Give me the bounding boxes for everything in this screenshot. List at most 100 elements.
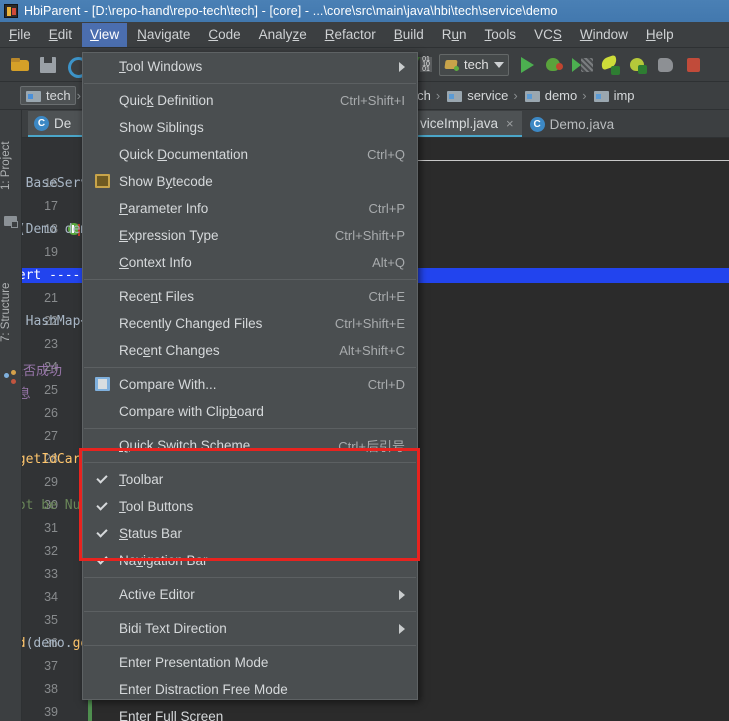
open-folder-icon[interactable]	[8, 53, 32, 77]
stop-icon[interactable]	[654, 53, 678, 77]
menu-item-enter-distraction-free-mode[interactable]: Enter Distraction Free Mode	[83, 676, 417, 703]
sidebar-item-project[interactable]: 1: Project	[0, 122, 22, 210]
menu-item-toolbar[interactable]: Toolbar	[83, 466, 417, 493]
line-number: 39	[32, 705, 58, 719]
line-number: 19	[32, 245, 58, 259]
menu-label: Parameter Info	[119, 201, 355, 216]
menu-item-active-editor[interactable]: Active Editor	[83, 581, 417, 608]
menu-item-navigation-bar[interactable]: Navigation Bar	[83, 547, 417, 574]
menu-shortcut: Alt+Q	[358, 255, 405, 270]
check-icon	[97, 553, 108, 567]
menu-refactor[interactable]: Refactor	[317, 23, 384, 47]
tab-demo[interactable]: Demo.java	[522, 111, 623, 137]
project-tool-icon[interactable]	[4, 214, 18, 228]
line-number: 29	[32, 475, 58, 489]
menu-view[interactable]: View	[82, 23, 127, 47]
menu-label: Expression Type	[119, 228, 321, 243]
menu-label: Compare With...	[119, 377, 354, 392]
menu-item-bidi-text-direction[interactable]: Bidi Text Direction	[83, 615, 417, 642]
menu-item-show-siblings[interactable]: Show Siblings	[83, 114, 417, 141]
menu-edit[interactable]: Edit	[41, 23, 80, 47]
menu-separator	[84, 462, 416, 463]
menu-vcs[interactable]: VCS	[526, 23, 570, 47]
folder-icon	[594, 90, 609, 102]
menu-label: Enter Distraction Free Mode	[119, 682, 405, 697]
menu-item-enter-full-screen[interactable]: Enter Full Screen	[83, 703, 417, 721]
menu-item-compare-with-clipboard[interactable]: Compare with Clipboard	[83, 398, 417, 425]
menu-item-parameter-info[interactable]: Parameter Info Ctrl+P	[83, 195, 417, 222]
menu-item-recent-files[interactable]: Recent Files Ctrl+E	[83, 283, 417, 310]
structure-tool-icon[interactable]	[4, 370, 18, 384]
run-with-coverage-icon[interactable]	[570, 53, 594, 77]
menu-item-context-info[interactable]: Context Info Alt+Q	[83, 249, 417, 276]
chevron-down-icon[interactable]	[494, 62, 504, 68]
line-number: 32	[32, 544, 58, 558]
run-configuration-selector[interactable]: tech	[439, 54, 509, 76]
red-icon[interactable]	[682, 53, 706, 77]
menu-item-expression-type[interactable]: Expression Type Ctrl+Shift+P	[83, 222, 417, 249]
menu-label: Toolbar	[119, 472, 405, 487]
save-all-icon[interactable]	[36, 53, 60, 77]
breadcrumb-label-3: imp	[614, 88, 635, 103]
menu-label: Compare with Clipboard	[119, 404, 391, 419]
breadcrumb-demo[interactable]: demo	[519, 86, 582, 105]
menu-label: Active Editor	[119, 587, 389, 602]
menu-item-enter-presentation-mode[interactable]: Enter Presentation Mode	[83, 649, 417, 676]
menu-window[interactable]: Window	[572, 23, 636, 47]
menu-build[interactable]: Build	[386, 23, 432, 47]
menu-label: Navigation Bar	[119, 553, 405, 568]
java-class-icon	[34, 116, 49, 131]
menu-analyze[interactable]: Analyze	[251, 23, 315, 47]
jrebel-debug-icon[interactable]	[626, 53, 650, 77]
menu-shortcut: Ctrl+P	[355, 201, 405, 216]
menu-item-tool-windows[interactable]: Tool Windows	[83, 53, 417, 80]
menu-item-quick-switch-scheme[interactable]: Quick Switch Scheme... Ctrl+后引号	[83, 432, 417, 459]
tab-label-left: De	[54, 116, 71, 131]
menu-navigate[interactable]: Navigate	[129, 23, 198, 47]
chevron-right-icon	[399, 590, 405, 600]
line-number: 26	[32, 406, 58, 420]
menu-item-recently-changed-files[interactable]: Recently Changed Files Ctrl+Shift+E	[83, 310, 417, 337]
menu-item-status-bar[interactable]: Status Bar	[83, 520, 417, 547]
sidebar-item-structure[interactable]: 7: Structure	[0, 258, 22, 366]
menu-shortcut: Ctrl+Shift+P	[321, 228, 405, 243]
menu-file[interactable]: File	[1, 23, 39, 47]
debug-icon[interactable]	[542, 53, 566, 77]
breadcrumb-label-1: service	[467, 88, 508, 103]
menu-help[interactable]: Help	[638, 23, 682, 47]
check-icon	[97, 526, 108, 540]
sidebar-crumb-tech[interactable]: tech	[20, 86, 76, 105]
java-class-icon	[530, 117, 545, 132]
menu-shortcut: Alt+Shift+C	[325, 343, 405, 358]
menu-label: Status Bar	[119, 526, 405, 541]
menu-item-recent-changes[interactable]: Recent Changes Alt+Shift+C	[83, 337, 417, 364]
menu-run[interactable]: Run	[434, 23, 475, 47]
menu-item-quick-documentation[interactable]: Quick Documentation Ctrl+Q	[83, 141, 417, 168]
close-icon[interactable]: ×	[506, 116, 514, 131]
menu-code[interactable]: Code	[200, 23, 248, 47]
line-number: 35	[32, 613, 58, 627]
run-configuration-name: tech	[464, 57, 489, 72]
tab-label-demo: Demo.java	[550, 117, 615, 132]
menu-shortcut: Ctrl+后引号	[324, 436, 405, 455]
menu-separator	[84, 428, 416, 429]
compare-icon	[95, 377, 111, 392]
view-menu-dropdown[interactable]: Tool Windows Quick Definition Ctrl+Shift…	[82, 52, 418, 700]
menu-label: Tool Windows	[119, 59, 389, 74]
run-icon[interactable]	[514, 53, 538, 77]
breadcrumb-service[interactable]: service	[441, 86, 512, 105]
jrebel-run-icon[interactable]	[598, 53, 622, 77]
menu-item-show-bytecode[interactable]: Show Bytecode	[83, 168, 417, 195]
menu-label: Tool Buttons	[119, 499, 405, 514]
tab-serviceimpl[interactable]: viceImpl.java ×	[412, 111, 522, 137]
breadcrumb-imp[interactable]: imp	[588, 86, 639, 105]
title-bar: HbiParent - [D:\repo-hand\repo-tech\tech…	[0, 0, 729, 22]
chevron-right-icon	[399, 62, 405, 72]
menu-item-quick-definition[interactable]: Quick Definition Ctrl+Shift+I	[83, 87, 417, 114]
menu-tools[interactable]: Tools	[477, 23, 525, 47]
menu-label: Context Info	[119, 255, 358, 270]
menu-label: Recently Changed Files	[119, 316, 321, 331]
menu-item-tool-buttons[interactable]: Tool Buttons	[83, 493, 417, 520]
menu-label: Recent Files	[119, 289, 355, 304]
menu-item-compare-with[interactable]: Compare With... Ctrl+D	[83, 371, 417, 398]
